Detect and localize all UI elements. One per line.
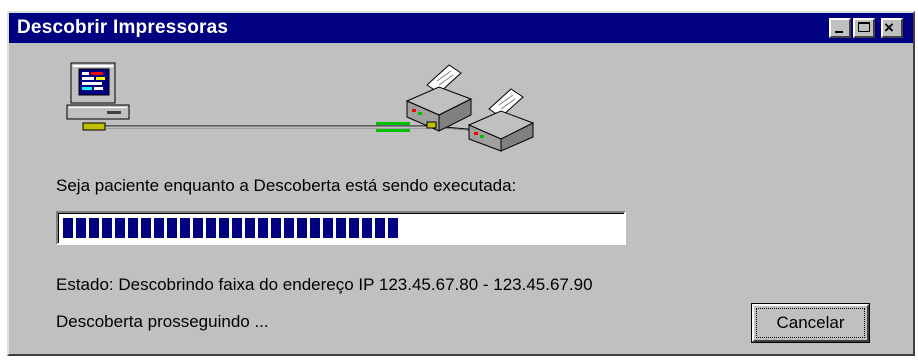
minimize-icon (835, 31, 843, 33)
progress-block (388, 218, 398, 238)
progress-block (258, 218, 268, 238)
window-title: Descobrir Impressoras (17, 17, 229, 38)
progress-block (323, 218, 333, 238)
printer-icon (405, 64, 473, 132)
progress-block (141, 218, 151, 238)
discover-printers-dialog: Descobrir Impressoras × Seja paciente en… (7, 11, 915, 356)
progress-block (232, 218, 242, 238)
maximize-button[interactable] (853, 18, 875, 38)
minimize-button[interactable] (829, 18, 851, 38)
printer-icon (467, 88, 535, 152)
progress-block (375, 218, 385, 238)
progress-block (245, 218, 255, 238)
progress-block (128, 218, 138, 238)
progress-block (219, 218, 229, 238)
progress-block (89, 218, 99, 238)
cancel-button-label: Cancelar (756, 308, 865, 338)
progress-block (206, 218, 216, 238)
progress-block (76, 218, 86, 238)
progress-block (336, 218, 346, 238)
close-button[interactable]: × (881, 18, 903, 38)
computer-icon (66, 62, 130, 131)
progress-block (284, 218, 294, 238)
status-text: Estado: Descobrindo faixa do endereço IP… (56, 275, 593, 294)
progress-block (362, 218, 372, 238)
progress-block (63, 218, 73, 238)
cancel-button[interactable]: Cancelar (751, 303, 870, 343)
progress-block (180, 218, 190, 238)
title-bar[interactable]: Descobrir Impressoras × (9, 13, 913, 43)
progress-block (349, 218, 359, 238)
progress-block (310, 218, 320, 238)
progress-block (167, 218, 177, 238)
close-icon: × (884, 18, 894, 37)
wait-message: Seja paciente enquanto a Descoberta está… (56, 176, 517, 195)
progress-fill (63, 218, 398, 238)
progress-block (115, 218, 125, 238)
progress-block (154, 218, 164, 238)
progress-block (271, 218, 281, 238)
maximize-icon (858, 22, 870, 32)
progress-block (102, 218, 112, 238)
progress-text: Descoberta prosseguindo ... (56, 312, 269, 331)
progress-block (193, 218, 203, 238)
progress-block (297, 218, 307, 238)
discovery-illustration (66, 62, 535, 152)
discovery-progress-bar (56, 211, 626, 245)
